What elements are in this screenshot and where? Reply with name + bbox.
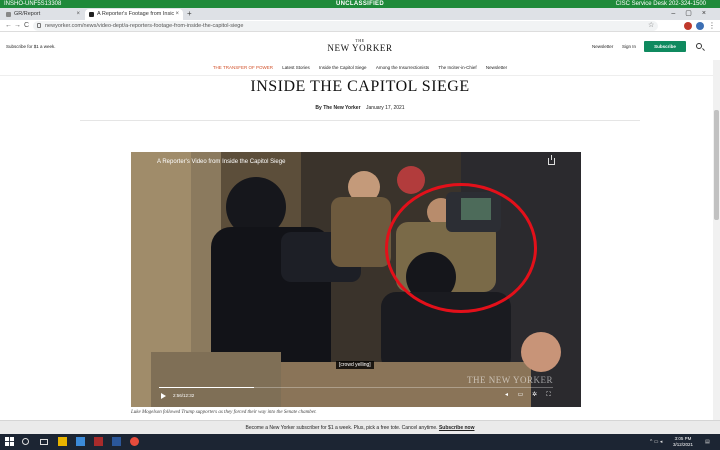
search-taskbar-icon[interactable] [22,438,29,445]
classification-banner: INSHO-UNF5S13308 UNCLASSIFIED CISC Servi… [0,0,720,8]
progress-fill [159,387,254,388]
tab-label: GR/Report [14,11,41,17]
address-bar[interactable]: newyorker.com/news/video-dept/a-reporter… [33,21,658,31]
tab-strip: GR/Report × A Reporter's Footage from In… [0,8,720,20]
subscribe-now-link[interactable]: Subscribe now [439,425,475,431]
newsletter-link[interactable]: Newsletter [592,44,613,49]
captions-icon[interactable]: ▭ [517,392,524,398]
volume-icon[interactable]: ◂ [503,392,510,398]
subscribe-promo-bar: Become a New Yorker subscriber for $1 a … [0,420,720,434]
page-scrollbar[interactable] [713,60,720,420]
video-progress-bar[interactable] [159,387,553,388]
fullscreen-icon[interactable]: ⛶ [545,392,552,398]
scrollbar-thumb[interactable] [714,110,719,220]
nav-inside-capitol-siege[interactable]: Inside the Capitol Siege [319,65,367,70]
reload-button[interactable]: C [24,20,29,32]
site-nav: THE TRANSFER OF POWER Latest Stories Ins… [0,60,720,76]
profile-avatar-icon[interactable] [696,22,704,30]
word-icon[interactable] [112,437,121,446]
tab-gr-report[interactable]: GR/Report × [2,9,84,20]
closed-caption-text: [crowd yelling] [336,361,374,369]
nav-latest-stories[interactable]: Latest Stories [282,65,310,70]
back-button[interactable]: ← [5,20,12,32]
play-icon[interactable] [161,393,166,399]
task-view-icon[interactable] [40,439,48,445]
site-header: Subscribe for $1 a week. THE NEW YORKER … [0,32,720,60]
bookmark-star-icon[interactable]: ☆ [648,20,654,32]
file-explorer-icon[interactable] [58,437,67,446]
share-icon[interactable] [548,155,555,165]
url-text: newyorker.com/news/video-dept/a-reporter… [45,23,244,29]
windows-taskbar: ^ ▭ ◂ 3:05 PM 3/12/2021 ▤ [0,434,720,450]
forward-button[interactable]: → [14,20,21,32]
subscribe-button[interactable]: Subscribe [644,41,686,52]
close-tab-icon[interactable]: × [76,9,80,20]
tab-label: A Reporter's Footage from Insic [97,11,175,17]
nav-transfer-of-power[interactable]: THE TRANSFER OF POWER [213,65,273,70]
close-tab-icon[interactable]: × [175,9,179,20]
lock-icon [37,23,41,28]
window-controls[interactable]: –▢× [671,8,716,20]
nav-newsletter[interactable]: Newsletter [486,65,507,70]
search-icon[interactable] [696,43,702,49]
favicon-icon [6,12,11,17]
tab-new-yorker[interactable]: A Reporter's Footage from Insic × [85,9,183,20]
settings-gear-icon[interactable]: ✲ [531,392,538,398]
page-title: INSIDE THE CAPITOL SIEGE [250,78,470,95]
sign-in-link[interactable]: Sign In [622,44,636,49]
byline-date: January 17, 2021 [365,105,405,111]
extension-icon[interactable] [684,22,692,30]
taskbar-clock[interactable]: 3:05 PM 3/12/2021 [673,436,693,448]
browser-menu-icon[interactable]: ⋮ [708,20,716,32]
nav-among-insurrectionists[interactable]: Among the Insurrectionists [376,65,429,70]
new-tab-button[interactable]: + [187,8,192,20]
nav-links: THE TRANSFER OF POWER Latest Stories Ins… [0,65,720,70]
video-caption: Luke Mogelson followed Trump supporters … [131,410,317,415]
promo-text: Become a New Yorker subscriber for $1 a … [245,425,438,431]
favicon-icon [89,12,94,17]
screen: INSHO-UNF5S13308 UNCLASSIFIED CISC Servi… [0,0,720,450]
byline-author[interactable]: By The New Yorker [315,105,360,111]
notifications-icon[interactable]: ▤ [705,434,710,450]
video-timecode: 2:56/12:32 [173,393,195,398]
video-title: A Reporter's Video from Inside the Capit… [157,159,286,165]
nav-inciter-in-chief[interactable]: The Inciter-in-Chief [438,65,476,70]
classification-label: UNCLASSIFIED [336,1,384,7]
video-watermark: THE NEW YORKER [467,375,553,385]
clock-date: 3/12/2021 [673,442,694,447]
byline: By The New Yorker January 17, 2021 [0,105,720,111]
tray-icons[interactable]: ^ ▭ ◂ [650,434,662,450]
chrome-icon[interactable] [130,437,139,446]
annotation-circle [385,183,537,313]
service-desk: CISC Service Desk 202-324-1500 [615,1,706,7]
mail-icon[interactable] [76,437,85,446]
address-row: ← → C newyorker.com/news/video-dept/a-re… [0,20,720,32]
divider [80,120,640,121]
app-icon[interactable] [94,437,103,446]
windows-start-icon[interactable] [5,437,14,446]
